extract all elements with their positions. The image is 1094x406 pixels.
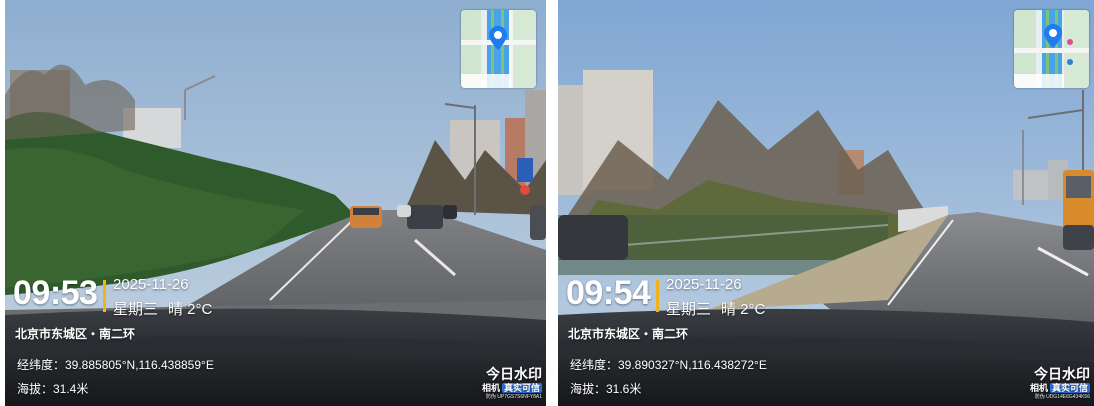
brand-logo: 今日水印 相机 真实可信 防伪 UP7GS7S6NFY8A1 xyxy=(482,366,542,401)
brand-badge: 真实可信 xyxy=(1049,383,1090,393)
watermark-weekday: 星期三 xyxy=(113,301,159,318)
brand-sub-label: 相机 xyxy=(1029,383,1048,393)
accent-divider xyxy=(103,280,106,312)
watermark-weather-row: 星期三晴 2°C xyxy=(113,298,222,319)
watermark-overlay: 09:54 2025-11-26 星期三晴 2°C 北京市东城区・南二环 经纬度… xyxy=(558,0,1094,406)
watermark-location: 北京市东城区・南二环 xyxy=(568,327,689,341)
watermark-weather: 晴 2°C xyxy=(168,301,213,318)
photo-panel-1: 09:53 2025-11-26 星期三晴 2°C 北京市东城区・南二环 经纬度… xyxy=(5,0,546,406)
watermark-altitude: 海拔：31.6米 xyxy=(570,382,642,396)
brand-title: 今日水印 xyxy=(1034,366,1090,382)
watermark-weekday: 星期三 xyxy=(666,301,712,318)
watermark-weather-row: 星期三晴 2°C xyxy=(666,298,775,319)
watermark-time: 09:53 xyxy=(13,274,98,312)
watermark-date: 2025-11-26 xyxy=(113,276,189,293)
brand-title: 今日水印 xyxy=(486,366,542,382)
watermark-weather: 晴 2°C xyxy=(721,301,766,318)
watermark-location: 北京市东城区・南二环 xyxy=(15,327,136,341)
watermark-date: 2025-11-26 xyxy=(666,276,742,293)
brand-code: 防伪 UP7GS7S6NFY8A1 xyxy=(485,394,542,400)
brand-sub-label: 相机 xyxy=(481,383,500,393)
accent-divider xyxy=(656,280,659,312)
brand-logo: 今日水印 相机 真实可信 防伪 UDG14E6G434K56 xyxy=(1030,366,1090,401)
brand-badge: 真实可信 xyxy=(501,383,542,393)
watermark-coordinates: 经纬度：39.890327°N,116.438272°E xyxy=(570,358,767,372)
photo-panel-2: 09:54 2025-11-26 星期三晴 2°C 北京市东城区・南二环 经纬度… xyxy=(558,0,1094,406)
brand-code: 防伪 UDG14E6G434K56 xyxy=(1034,394,1090,400)
brand-subtitle: 相机 真实可信 xyxy=(482,382,542,394)
watermark-altitude: 海拔：31.4米 xyxy=(17,382,89,396)
brand-subtitle: 相机 真实可信 xyxy=(1030,382,1090,394)
watermark-overlay: 09:53 2025-11-26 星期三晴 2°C 北京市东城区・南二环 经纬度… xyxy=(5,0,546,406)
watermark-coordinates: 经纬度：39.885805°N,116.438859°E xyxy=(17,358,214,372)
watermark-time: 09:54 xyxy=(566,274,651,312)
